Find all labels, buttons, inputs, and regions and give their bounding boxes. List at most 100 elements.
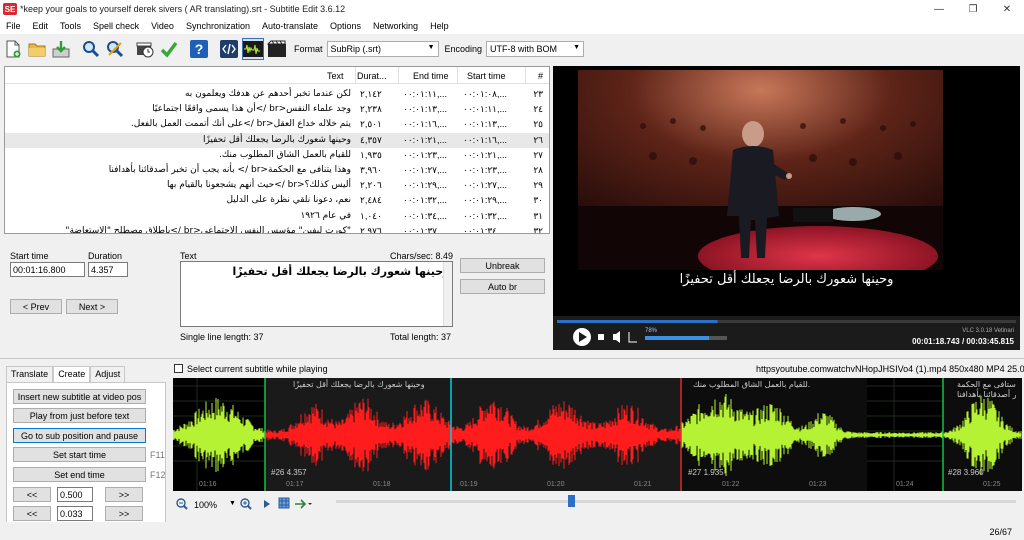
prev-button[interactable]: < Prev xyxy=(10,299,62,314)
fullscreen-button[interactable] xyxy=(627,330,639,344)
waveform-toggle-icon[interactable] xyxy=(242,38,264,60)
zoom-level[interactable]: 100% xyxy=(194,500,217,510)
frame-value-field[interactable]: 0.033 xyxy=(57,506,93,521)
header-duration[interactable]: Durat... xyxy=(357,71,387,81)
waveform-position-track[interactable] xyxy=(336,500,1016,503)
insert-at-video-pos-button[interactable]: Insert new subtitle at video pos xyxy=(13,389,146,404)
cell-num: ٢٨ xyxy=(533,165,543,175)
zoom-in-icon[interactable] xyxy=(240,498,252,510)
new-file-icon[interactable] xyxy=(2,38,24,60)
cell-start-time: ٠٠:٠١:٢٩,... xyxy=(463,195,508,206)
select-while-playing-checkbox[interactable] xyxy=(174,364,183,373)
waveform-position-thumb[interactable] xyxy=(568,495,575,507)
stop-button[interactable] xyxy=(596,331,606,343)
subtitle-text-editor[interactable]: وحينها شعورك بالرضا يجعلك أقل تحفيزًا xyxy=(180,261,453,327)
cell-end-time: ٠٠:٠١:٢١,... xyxy=(403,134,448,145)
menu-spell-check[interactable]: Spell check xyxy=(87,21,145,31)
cell-num: ٣١ xyxy=(533,210,543,221)
set-start-time-button[interactable]: Set start time xyxy=(13,447,146,462)
video-player[interactable]: وحينها شعورك بالرضا يجعلك أقل تحفيزًا 78… xyxy=(553,66,1020,350)
tab-adjust[interactable]: Adjust xyxy=(90,366,126,382)
menu-help[interactable]: Help xyxy=(424,21,455,31)
table-row[interactable]: ٢٥ ٠٠:٠١:١٣,... ٠٠:٠١:١٦,... ٢,٥٠١ يتم خلاله… xyxy=(5,117,549,132)
tab-translate[interactable]: Translate xyxy=(6,366,54,382)
step-back-button[interactable]: << xyxy=(13,487,51,502)
step-value-field[interactable]: 0.500 xyxy=(57,487,93,502)
header-end[interactable]: End time xyxy=(413,71,449,81)
zoom-out-icon[interactable] xyxy=(176,498,188,510)
restore-button[interactable]: ❐ xyxy=(956,0,990,18)
header-text[interactable]: Text xyxy=(327,71,344,81)
cell-duration: ٢,٩٧٦ xyxy=(360,225,382,234)
spell-check-icon[interactable] xyxy=(158,38,180,60)
wave-sub-28-text: ستافى مع الحكمة xyxy=(957,380,1016,389)
duration-field[interactable]: 4.357 xyxy=(88,262,128,277)
cell-end-time: ٠٠:٠١:٣٢,... xyxy=(403,195,448,206)
menu-options[interactable]: Options xyxy=(324,21,367,31)
header-start[interactable]: Start time xyxy=(467,71,506,81)
table-row[interactable]: ٢٦ ٠٠:٠١:١٦,... ٠٠:٠١:٢١,... ٤,٣٥٧ وحينها شع… xyxy=(5,132,549,148)
play-button[interactable] xyxy=(571,326,593,348)
cell-num: ٢٥ xyxy=(533,119,543,130)
table-row[interactable]: ٢٧ ٠٠:٠١:٢١,... ٠٠:٠١:٢٣,... ١,٩٣٥ للقيام با… xyxy=(5,148,549,163)
source-view-icon[interactable] xyxy=(218,38,240,60)
cell-end-time: ٠٠:٠١:٢٣,... xyxy=(403,149,448,160)
close-button[interactable]: ✕ xyxy=(990,0,1024,18)
menu-networking[interactable]: Networking xyxy=(367,21,424,31)
next-button[interactable]: Next > xyxy=(66,299,118,314)
text-scrollbar[interactable] xyxy=(443,262,452,326)
audio-waveform[interactable]: وحينها شعورك بالرضا يجعلك أقل تحفيزًا #2… xyxy=(173,378,1022,491)
header-num[interactable]: # xyxy=(538,71,543,81)
find-icon[interactable] xyxy=(80,38,102,60)
unbreak-button[interactable]: Unbreak xyxy=(460,258,545,273)
wave-tick-label: 01:24 xyxy=(896,481,914,488)
encoding-select[interactable]: UTF-8 with BOM ▼ xyxy=(486,41,585,57)
menu-synchronization[interactable]: Synchronization xyxy=(180,21,256,31)
grid-icon[interactable] xyxy=(278,497,290,509)
tab-create[interactable]: Create xyxy=(53,366,91,382)
window-title: *keep your goals to yourself derek siver… xyxy=(20,4,346,14)
table-row[interactable]: ٢٩ ٠٠:٠١:٢٧,... ٠٠:٠١:٢٩,... ٢,٢٠٦ أليس كذلك… xyxy=(5,178,549,193)
auto-br-button[interactable]: Auto br xyxy=(460,279,545,294)
video-toggle-icon[interactable] xyxy=(266,38,288,60)
table-row[interactable]: ٣٢ ٠٠:٠١:٣٤,... ٠٠:٠١:٣٧,... ٢,٩٧٦ "كورت ليف… xyxy=(5,224,549,234)
help-icon[interactable]: ? xyxy=(188,38,210,60)
table-row[interactable]: ٢٤ ٠٠:٠١:١١,... ٠٠:٠١:١٣,... ٢,٢٣٨ وجد علماء… xyxy=(5,102,549,117)
menu-video[interactable]: Video xyxy=(145,21,180,31)
go-to-sub-pause-button[interactable]: Go to sub position and pause xyxy=(13,428,146,443)
set-end-time-button[interactable]: Set end time xyxy=(13,467,146,482)
format-select[interactable]: SubRip (.srt) ▼ xyxy=(326,41,439,57)
create-panel: Insert new subtitle at video pos Play fr… xyxy=(6,382,166,526)
volume-slider[interactable] xyxy=(645,334,727,342)
menu-auto-translate[interactable]: Auto-translate xyxy=(256,21,324,31)
cell-text: لكن عندما تخبر أحدهم عن هدفك ويعلمون به xyxy=(184,89,351,99)
frame-back-button[interactable]: << xyxy=(13,506,51,521)
arrows-icon[interactable] xyxy=(294,498,314,510)
table-row[interactable]: ٢٣ ٠٠:٠١:٠٨,... ٠٠:٠١:١١,... ٢,١٤٢ لكن عندما… xyxy=(5,87,549,102)
save-icon[interactable] xyxy=(50,38,72,60)
app-icon: SE xyxy=(3,3,17,15)
open-folder-icon[interactable] xyxy=(26,38,48,60)
step-forward-button[interactable]: >> xyxy=(105,487,143,502)
chevron-down-icon[interactable]: ▼ xyxy=(229,500,236,507)
table-row[interactable]: ٣١ ٠٠:٠١:٣٢,... ٠٠:٠١:٣٤,... ١,٠٤٠ في عام ١٩… xyxy=(5,209,549,224)
menu-edit[interactable]: Edit xyxy=(27,21,55,31)
replace-icon[interactable] xyxy=(104,38,126,60)
frame-forward-button[interactable]: >> xyxy=(105,506,143,521)
play-before-text-button[interactable]: Play from just before text xyxy=(13,408,146,423)
wave-sub-26-id: #26 4.357 xyxy=(271,468,307,477)
f11-shortcut: F11 xyxy=(150,450,165,460)
mute-button[interactable] xyxy=(611,330,623,344)
tool-tabs: Translate Create Adjust xyxy=(6,366,126,382)
minimize-button[interactable]: — xyxy=(922,0,956,18)
visual-sync-icon[interactable] xyxy=(134,38,156,60)
select-while-playing-label: Select current subtitle while playing xyxy=(187,364,328,374)
play-icon[interactable] xyxy=(262,498,272,510)
table-row[interactable]: ٣٠ ٠٠:٠١:٢٩,... ٠٠:٠١:٣٢,... ٢,٤٨٤ نعم، دعون… xyxy=(5,193,549,208)
menu-file[interactable]: File xyxy=(0,21,27,31)
video-seekbar[interactable] xyxy=(557,318,1016,326)
table-row[interactable]: ٢٨ ٠٠:٠١:٢٣,... ٠٠:٠١:٢٧,... ٣,٩٦٠ وهذا يتنا… xyxy=(5,163,549,178)
subtitle-list[interactable]: # Start time End time Durat... Text ٢٣ ٠٠… xyxy=(4,66,550,234)
start-time-field[interactable]: 00:01:16.800 xyxy=(10,262,85,277)
menu-tools[interactable]: Tools xyxy=(54,21,87,31)
